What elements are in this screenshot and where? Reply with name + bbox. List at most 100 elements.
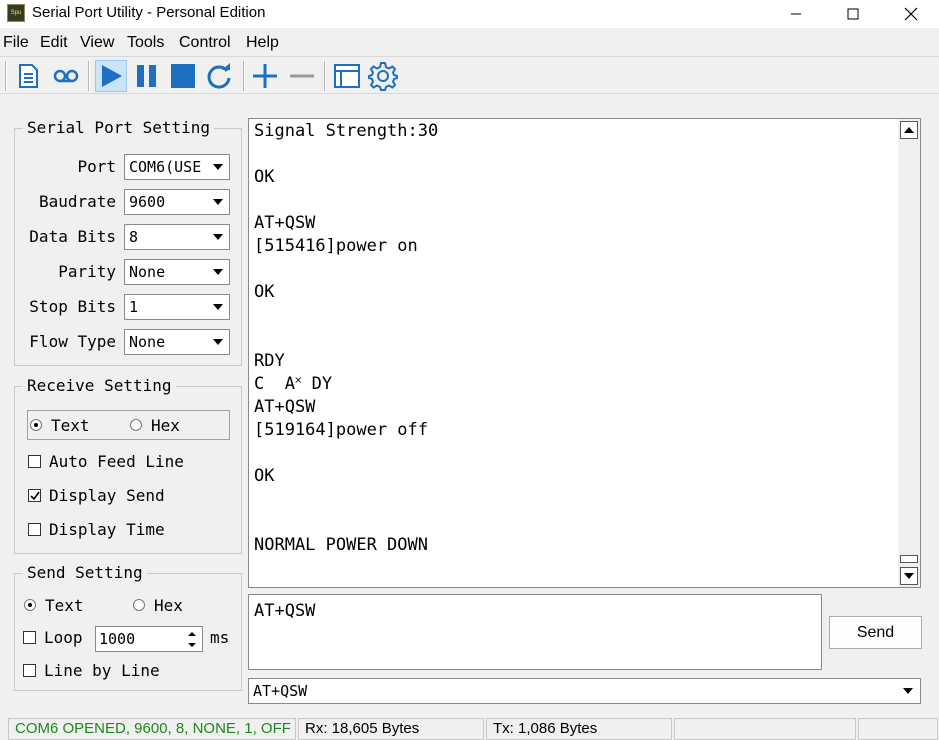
status-tx: Tx: 1,086 Bytes xyxy=(486,718,672,740)
toolbar-separator xyxy=(88,61,90,91)
menu-bar: File Edit View Tools Control Help xyxy=(0,32,939,54)
display-time-checkbox[interactable] xyxy=(28,523,41,536)
receive-setting-title: Receive Setting xyxy=(23,376,176,395)
maximize-button[interactable] xyxy=(826,0,880,28)
chevron-down-icon[interactable] xyxy=(208,226,228,248)
send-hex-radio[interactable] xyxy=(133,599,145,611)
add-icon xyxy=(253,64,277,88)
receive-text-label: Text xyxy=(51,416,90,435)
status-empty-cell xyxy=(858,718,938,740)
stop-bits-value: 1 xyxy=(129,298,139,316)
data-bits-select[interactable]: 8 xyxy=(124,224,230,250)
chevron-down-icon[interactable] xyxy=(208,331,228,353)
display-send-label: Display Send xyxy=(49,486,165,505)
menu-edit[interactable]: Edit xyxy=(40,34,68,52)
record-button[interactable] xyxy=(50,60,82,92)
window-button[interactable] xyxy=(331,60,363,92)
status-connection: COM6 OPENED, 9600, 8, NONE, 1, OFF xyxy=(8,718,296,740)
checkmark-icon xyxy=(30,491,40,501)
stop-bits-label: Stop Bits xyxy=(29,297,116,316)
log-line: [515416]power on xyxy=(254,236,418,256)
scroll-up-icon[interactable] xyxy=(900,121,918,139)
toolbar xyxy=(0,56,939,94)
stepper-down-icon[interactable] xyxy=(183,639,201,650)
app-icon: Spu xyxy=(7,4,25,22)
parity-select[interactable]: None xyxy=(124,259,230,285)
send-input[interactable]: AT+QSW xyxy=(248,594,822,670)
receive-text-radio[interactable] xyxy=(30,419,42,431)
remove-icon xyxy=(290,74,314,78)
loop-interval-stepper[interactable]: 1000 xyxy=(95,626,203,652)
send-text-label: Text xyxy=(45,596,84,615)
display-send-checkbox[interactable] xyxy=(28,489,41,502)
send-setting-title: Send Setting xyxy=(23,563,147,582)
send-text-radio[interactable] xyxy=(24,599,36,611)
chevron-down-icon[interactable] xyxy=(898,681,918,701)
window-icon xyxy=(334,64,360,88)
stepper-up-icon[interactable] xyxy=(183,628,201,639)
auto-feed-line-checkbox[interactable] xyxy=(28,455,41,468)
toolbar-separator xyxy=(243,61,245,91)
play-icon xyxy=(102,65,122,87)
title-bar: Spu Serial Port Utility - Personal Editi… xyxy=(0,0,939,28)
pause-button[interactable] xyxy=(131,60,163,92)
menu-view[interactable]: View xyxy=(80,34,114,52)
minimize-icon xyxy=(791,13,801,15)
stop-bits-select[interactable]: 1 xyxy=(124,294,230,320)
receive-log-area[interactable]: Signal Strength:30 OK AT+QSW [515416]powe… xyxy=(248,118,921,588)
close-icon xyxy=(904,7,918,21)
menu-control[interactable]: Control xyxy=(179,34,231,52)
receive-log-text: Signal Strength:30 OK AT+QSW [515416]powe… xyxy=(254,120,438,557)
refresh-button[interactable] xyxy=(203,60,235,92)
new-document-icon xyxy=(19,64,38,88)
remove-button[interactable] xyxy=(286,60,318,92)
log-line: C A˟ DY xyxy=(254,374,333,394)
log-line: Signal Strength:30 xyxy=(254,121,439,141)
serial-port-setting-title: Serial Port Setting xyxy=(23,118,215,137)
stop-icon xyxy=(171,64,195,88)
log-line: OK xyxy=(254,167,275,187)
send-hex-label: Hex xyxy=(154,596,183,615)
send-history-select[interactable]: AT+QSW xyxy=(248,678,921,704)
stop-button[interactable] xyxy=(167,60,199,92)
line-by-line-checkbox[interactable] xyxy=(23,664,36,677)
menu-tools[interactable]: Tools xyxy=(127,34,164,52)
status-bar: COM6 OPENED, 9600, 8, NONE, 1, OFF Rx: 1… xyxy=(0,716,939,740)
baudrate-select[interactable]: 9600 xyxy=(124,189,230,215)
settings-button[interactable] xyxy=(367,60,399,92)
flow-type-select[interactable]: None xyxy=(124,329,230,355)
play-button[interactable] xyxy=(95,60,127,92)
minimize-button[interactable] xyxy=(769,0,823,28)
menu-help[interactable]: Help xyxy=(246,34,279,52)
scroll-down-icon[interactable] xyxy=(900,567,918,585)
receive-hex-radio[interactable] xyxy=(130,419,142,431)
close-button[interactable] xyxy=(884,0,938,28)
display-time-label: Display Time xyxy=(49,520,165,539)
scroll-thumb[interactable] xyxy=(900,555,918,563)
chevron-down-icon[interactable] xyxy=(208,156,228,178)
menu-file[interactable]: File xyxy=(3,34,29,52)
port-select[interactable]: COM6(USE xyxy=(124,154,230,180)
add-button[interactable] xyxy=(249,60,281,92)
chevron-down-icon[interactable] xyxy=(208,261,228,283)
send-button[interactable]: Send xyxy=(829,616,922,649)
data-bits-label: Data Bits xyxy=(29,227,116,246)
port-label: Port xyxy=(77,157,116,176)
send-history-value: AT+QSW xyxy=(253,682,308,700)
loop-unit-label: ms xyxy=(210,628,230,647)
chevron-down-icon[interactable] xyxy=(208,191,228,213)
chevron-down-icon[interactable] xyxy=(208,296,228,318)
loop-checkbox[interactable] xyxy=(23,631,36,644)
flow-type-value: None xyxy=(129,333,166,351)
log-line: OK xyxy=(254,282,275,302)
receive-scrollbar[interactable] xyxy=(898,119,920,587)
log-line: NORMAL POWER DOWN xyxy=(254,535,428,555)
baudrate-label: Baudrate xyxy=(38,192,116,211)
loop-interval-value: 1000 xyxy=(99,630,136,648)
new-document-button[interactable] xyxy=(12,60,44,92)
